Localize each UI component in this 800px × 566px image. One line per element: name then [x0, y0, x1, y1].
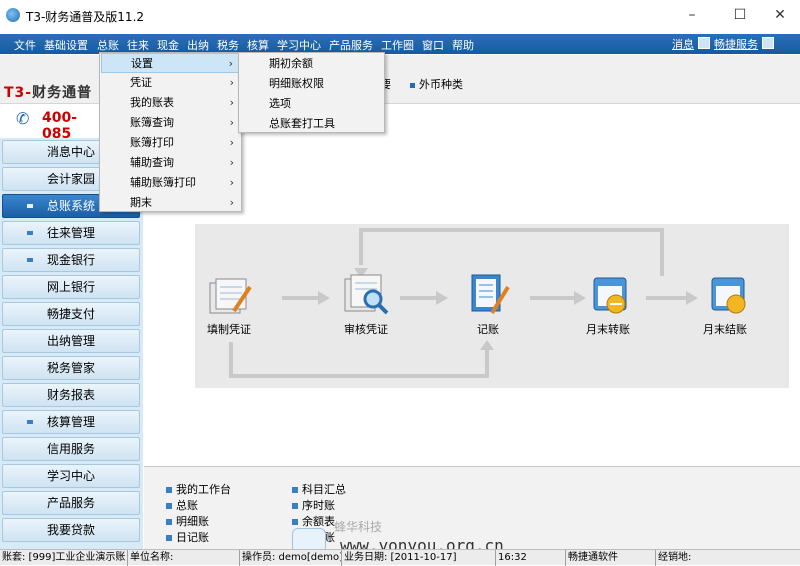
voucher-review-icon[interactable]: [343, 273, 391, 317]
submenu-detail-permission[interactable]: 明细账权限: [269, 75, 324, 91]
menu-item-aux-print[interactable]: 辅助账簿打印 ›: [101, 173, 240, 193]
status-bar: 账套: [999]工业企业演示账 单位名称: 操作员: demo[demo] 业…: [0, 549, 800, 566]
link-journal[interactable]: 日记账: [166, 529, 209, 545]
status-time: 16:32: [496, 550, 566, 566]
submenu-print-tool[interactable]: 总账套打工具: [269, 115, 335, 131]
chevron-right-icon: ›: [229, 196, 234, 209]
status-vendor: 畅捷通软件: [566, 550, 656, 566]
menu-item-my-reports[interactable]: 我的账表 ›: [101, 93, 240, 113]
step-month-end-transfer[interactable]: 月末转账: [568, 321, 648, 337]
submenu-opening-balance[interactable]: 期初余额: [269, 55, 313, 71]
link-my-workbench[interactable]: 我的工作台: [166, 481, 231, 497]
watermark-cn: 蜂华科技: [334, 520, 383, 534]
posting-icon[interactable]: [468, 271, 512, 317]
bullet-icon: [166, 519, 172, 525]
menu-item-ledger-query[interactable]: 账簿查询 ›: [101, 113, 240, 133]
menu-item-aux-query[interactable]: 辅助查询 ›: [101, 153, 240, 173]
menu-item-settings[interactable]: 设置 ›: [101, 53, 240, 73]
link-detail-ledger[interactable]: 明细账: [166, 513, 209, 529]
ledger-dropdown-menu: 设置 › 凭证 › 我的账表 › 账簿查询 › 账簿打印 › 辅助查询 › 辅助账簿打印 › …: [99, 52, 242, 212]
chevron-right-icon: ›: [229, 96, 234, 109]
menu-item-voucher[interactable]: 凭证 ›: [101, 73, 240, 93]
settings-submenu: 期初余额 明细账权限 选项 总账套打工具: [238, 52, 385, 133]
bullet-icon: [166, 535, 172, 541]
link-balance-sheet[interactable]: 余额表: [292, 513, 335, 529]
status-account-set: 账套: [999]工业企业演示账: [0, 550, 128, 566]
link-chronological-ledger[interactable]: 序时账: [292, 497, 335, 513]
bullet-icon: [292, 487, 298, 493]
submenu-options[interactable]: 选项: [269, 95, 291, 111]
link-account-summary[interactable]: 科目汇总: [292, 481, 346, 497]
bullet-icon: [292, 503, 298, 509]
chevron-right-icon: ›: [229, 176, 234, 189]
voucher-entry-icon[interactable]: [208, 275, 254, 317]
month-end-close-icon[interactable]: [708, 272, 752, 316]
step-voucher-review[interactable]: 审核凭证: [326, 321, 406, 337]
menu-item-ledger-print[interactable]: 账簿打印 ›: [101, 133, 240, 153]
chevron-right-icon: ›: [229, 156, 234, 169]
step-posting[interactable]: 记账: [448, 321, 528, 337]
chevron-right-icon: ›: [229, 76, 234, 89]
bullet-icon: [166, 503, 172, 509]
menu-item-period-end[interactable]: 期末 ›: [101, 193, 240, 213]
status-operator: 操作员: demo[demo]: [240, 550, 342, 566]
step-month-end-close[interactable]: 月末结账: [685, 321, 765, 337]
month-end-transfer-icon[interactable]: [590, 272, 634, 316]
chevron-right-icon: ›: [229, 116, 234, 129]
chevron-right-icon: ›: [229, 136, 234, 149]
status-dealer: 经销地:: [658, 552, 692, 563]
chevron-right-icon: ›: [228, 57, 233, 70]
step-voucher-entry[interactable]: 填制凭证: [189, 321, 269, 337]
bullet-icon: [166, 487, 172, 493]
status-company: 单位名称:: [128, 550, 240, 566]
bullet-icon: [292, 519, 298, 525]
link-general-ledger[interactable]: 总账: [166, 497, 198, 513]
status-business-date: 业务日期: [2011-10-17]: [342, 550, 496, 566]
